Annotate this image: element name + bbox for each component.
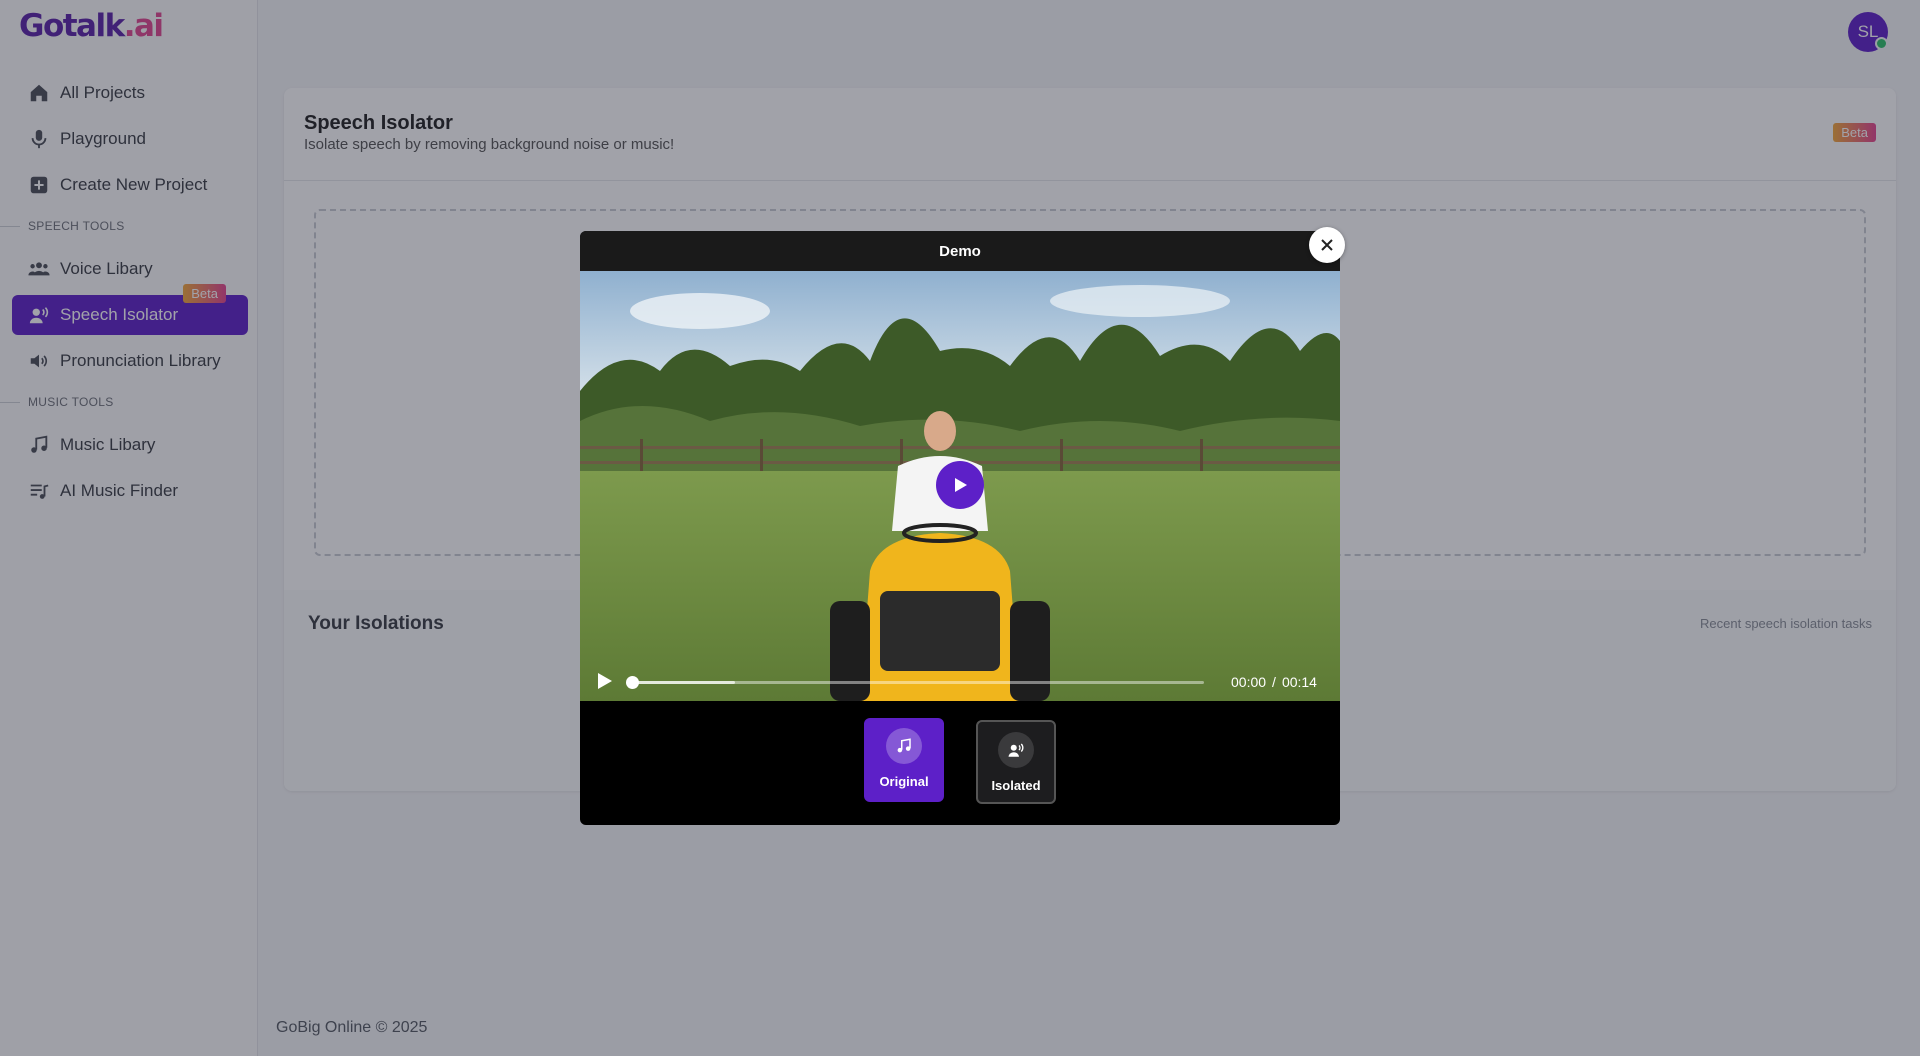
isolated-toggle[interactable]: Isolated [976,720,1056,804]
original-toggle[interactable]: Original [864,718,944,802]
play-icon[interactable] [596,671,614,691]
seek-thumb[interactable] [626,676,639,689]
seek-bar[interactable] [626,676,1204,689]
voice-person-icon [1008,743,1024,757]
close-icon [1321,239,1333,251]
play-icon [955,478,967,492]
close-modal-button[interactable] [1309,227,1345,263]
big-play-button[interactable] [936,461,984,509]
video-controls: 00:00/00:14 [580,661,1340,701]
demo-modal: Demo 00:00 / 00:14 Original Isolated [580,231,1340,825]
seek-buffered [632,681,735,684]
current-time: 00:00 [1231,674,1267,690]
duration: 00:14 [1281,674,1317,690]
modal-title: Demo [580,231,1340,271]
demo-video[interactable]: 00:00/00:14 [580,271,1340,701]
time-display: 00:00/00:14 [1231,674,1317,690]
music-note-icon [897,738,911,753]
